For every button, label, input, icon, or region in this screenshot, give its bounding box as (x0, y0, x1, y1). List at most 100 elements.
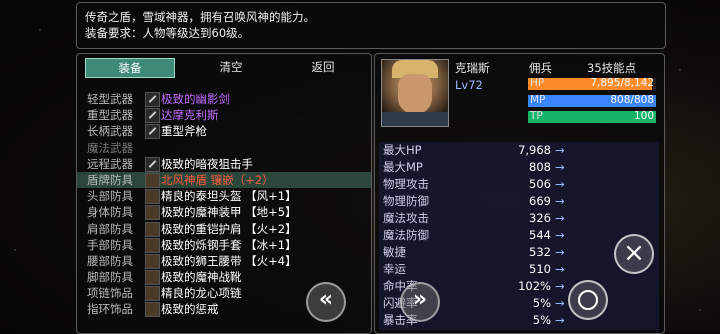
stat-value: 510 (529, 262, 551, 276)
weapon-icon (145, 108, 160, 124)
stat-arrow-icon: → (555, 211, 565, 225)
armor-icon (145, 189, 160, 205)
stat-label: 物理防御 (383, 194, 429, 208)
chevron-right-icon[interactable]: » (400, 282, 440, 322)
slot-category: 魔法武器 (87, 140, 133, 155)
slot-item-name: 极致的惩戒 (161, 302, 219, 317)
slot-item-name: 极致的烁钢手套 【冰+1】 (161, 237, 297, 252)
confirm-circle-button[interactable] (568, 280, 608, 320)
slot-category: 身体防具 (87, 205, 133, 220)
stat-arrow-icon: → (555, 177, 565, 191)
stat-value: 532 (529, 245, 551, 259)
stat-label: 物理攻击 (383, 177, 429, 191)
stat-arrow-icon: → (555, 279, 565, 293)
stat-label: 魔法攻击 (383, 211, 429, 225)
equipment-slot[interactable]: 头部防具 精良的泰坦头盔 【风+1】 (77, 188, 371, 205)
slot-item-name: 极致的狮王腰带 【火+4】 (161, 253, 297, 268)
stat-arrow-icon: → (555, 228, 565, 242)
tp-value: 100 (633, 110, 654, 122)
hp-label: HP (530, 77, 545, 89)
slot-category: 轻型武器 (87, 92, 133, 106)
equipment-slot[interactable]: 肩部防具 极致的重铠护肩 【火+2】 (77, 221, 371, 237)
stat-value: 808 (529, 160, 551, 174)
stat-label: 敏捷 (383, 245, 406, 259)
slot-category: 手部防具 (87, 237, 133, 252)
circle-icon (578, 290, 598, 310)
armor-icon (145, 286, 160, 302)
slot-item-name: 北风神盾 镶嵌（+2） (161, 172, 274, 187)
slot-category: 腰部防具 (87, 253, 133, 268)
item-description: 传奇之盾，雪域神器，拥有召唤风神的能力。 (85, 10, 315, 24)
stat-arrow-icon: → (555, 313, 565, 327)
hero-job: 佣兵 (529, 61, 552, 75)
stat-arrow-icon: → (555, 160, 565, 174)
item-description-panel: 传奇之盾，雪域神器，拥有召唤风神的能力。 装备要求：人物等级达到60级。 (76, 2, 666, 49)
stat-arrow-icon: → (555, 143, 565, 157)
equipment-slot[interactable]: 魔法武器 (77, 140, 371, 156)
stat-value: 326 (529, 211, 551, 225)
armor-icon (145, 270, 160, 286)
equipment-slot[interactable]: 身体防具 极致的魔神装甲 【地+5】 (77, 204, 371, 221)
tp-label: TP (530, 110, 543, 122)
slot-category: 头部防具 (87, 189, 133, 204)
stat-value: 544 (529, 228, 551, 242)
tab-equip[interactable]: 装备 (85, 58, 175, 78)
stat-value: 506 (529, 177, 551, 191)
equipment-slot[interactable]: 重型武器 达摩克利斯 (77, 107, 371, 124)
slot-item-name: 极致的幽影剑 (161, 92, 230, 106)
close-icon: × (623, 238, 645, 268)
chevron-left-icon[interactable]: « (306, 282, 346, 322)
armor-icon (145, 221, 160, 237)
stat-arrow-icon: → (555, 194, 565, 208)
slot-item-name: 极致的暗夜狙击手 (161, 156, 253, 171)
stat-value: 102% (518, 279, 551, 293)
portrait-face (398, 74, 432, 114)
stat-row: 最大HP 7,968 → (379, 142, 659, 159)
stat-value: 5% (532, 296, 551, 310)
stat-arrow-icon: → (555, 262, 565, 276)
slot-item-name: 精良的泰坦头盔 【风+1】 (161, 189, 297, 204)
stat-label: 最大MP (383, 160, 423, 174)
slot-category: 肩部防具 (87, 221, 133, 236)
close-button[interactable]: × (614, 234, 654, 274)
stat-value: 5% (532, 313, 551, 327)
mp-value: 808/808 (610, 94, 654, 106)
stat-label: 魔法防御 (383, 228, 429, 242)
slot-category: 长柄武器 (87, 124, 133, 139)
stat-value: 7,968 (518, 143, 551, 157)
slot-category: 盾牌防具 (87, 172, 133, 187)
tp-bar: TP 100 (528, 110, 656, 123)
slot-category: 指环饰品 (87, 302, 133, 317)
stat-row: 最大MP 808 → (379, 159, 659, 176)
slot-item-name: 重型斧枪 (161, 124, 207, 139)
stat-value: 669 (529, 194, 551, 208)
tab-clear[interactable]: 清空 (187, 58, 275, 76)
stat-row: 物理防御 669 → (379, 193, 659, 210)
equipment-slot[interactable]: 远程武器 极致的暗夜狙击手 (77, 156, 371, 172)
tab-back[interactable]: 返回 (279, 58, 367, 76)
armor-icon (145, 172, 160, 188)
mp-bar: MP 808/808 (528, 94, 656, 107)
mp-label: MP (530, 94, 546, 106)
slot-category: 远程武器 (87, 156, 133, 171)
equipment-slot[interactable]: 手部防具 极致的烁钢手套 【冰+1】 (77, 237, 371, 253)
equipment-slot[interactable]: 轻型武器 极致的幽影剑 (77, 91, 371, 107)
equipment-slot[interactable]: 长柄武器 重型斧枪 (77, 123, 371, 140)
slot-category: 项链饰品 (87, 286, 133, 301)
equipment-slot[interactable]: 腰部防具 极致的狮王腰带 【火+4】 (77, 253, 371, 269)
equipment-slot[interactable]: 盾牌防具 北风神盾 镶嵌（+2） (77, 171, 371, 189)
weapon-icon (145, 156, 160, 172)
item-requirement: 装备要求：人物等级达到60级。 (85, 26, 250, 40)
hero-portrait (381, 59, 449, 127)
slot-item-name: 精良的龙心项链 (161, 286, 242, 301)
hero-level: Lv72 (455, 78, 483, 92)
stat-label: 幸运 (383, 262, 406, 276)
slot-item-name: 极致的魔神装甲 【地+5】 (161, 205, 297, 220)
armor-icon (145, 205, 160, 221)
portrait-coat (382, 112, 448, 126)
stat-arrow-icon: → (555, 245, 565, 259)
slot-item-name: 极致的重铠护肩 【火+2】 (161, 221, 297, 236)
slot-item-name: 达摩克利斯 (161, 108, 219, 123)
weapon-icon (145, 124, 160, 140)
hp-value: 7,895/8,142 (590, 77, 654, 89)
